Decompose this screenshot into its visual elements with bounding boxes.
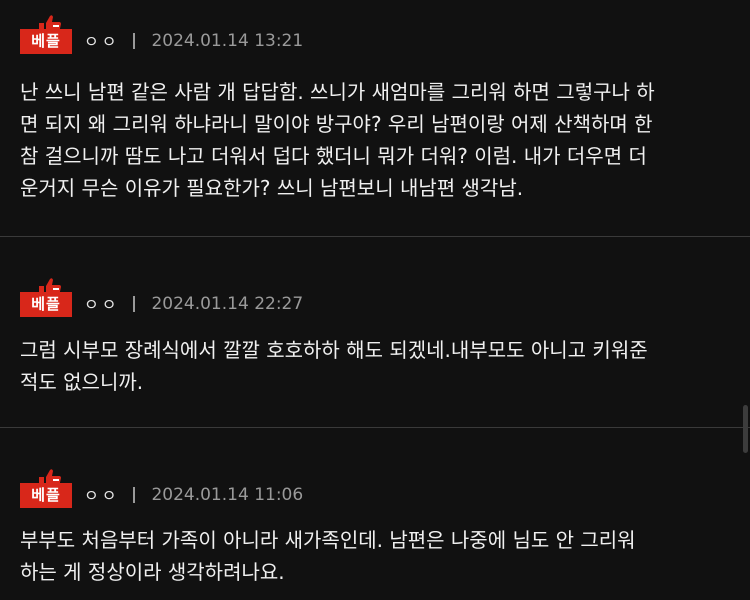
comment-date: 2024.01.14 11:06 [151, 485, 304, 505]
username[interactable]: ㅇㅇ [84, 29, 119, 54]
username[interactable]: ㅇㅇ [84, 292, 119, 317]
meta-divider [133, 487, 136, 503]
best-reply-badge: 베플 [20, 469, 72, 508]
comment-header: 베플 ㅇㅇ 2024.01.14 11:06 [20, 469, 304, 508]
comment-item: 베플 ㅇㅇ 2024.01.14 22:27 그럼 시부모 장례식에서 깔깔 호… [0, 237, 750, 427]
comment-text: 난 쓰니 남편 같은 사람 개 답답함. 쓰니가 새엄마를 그리워 하면 그렇구… [20, 80, 655, 200]
comment-item: 베플 ㅇㅇ 2024.01.14 13:21 난 쓰니 남편 같은 사람 개 답… [0, 0, 750, 236]
comment-feed: 베플 ㅇㅇ 2024.01.14 13:21 난 쓰니 남편 같은 사람 개 답… [0, 0, 750, 600]
comment-date: 2024.01.14 22:27 [151, 294, 304, 314]
best-reply-badge: 베플 [20, 278, 72, 317]
comment-text: 그럼 시부모 장례식에서 깔깔 호호하하 해도 되겠네.내부모도 아니고 키워준… [20, 338, 648, 394]
comment-date: 2024.01.14 13:21 [151, 31, 304, 51]
comment-header: 베플 ㅇㅇ 2024.01.14 13:21 [20, 15, 304, 54]
comment-item: 베플 ㅇㅇ 2024.01.14 11:06 부부도 처음부터 가족이 아니라 … [0, 428, 750, 600]
comment-text: 부부도 처음부터 가족이 아니라 새가족인데. 남편은 나중에 님도 안 그리워… [20, 528, 636, 584]
best-reply-label: 베플 [20, 483, 72, 508]
meta-divider [133, 33, 136, 49]
best-reply-label: 베플 [20, 292, 72, 317]
best-reply-label: 베플 [20, 29, 72, 54]
comment-header: 베플 ㅇㅇ 2024.01.14 22:27 [20, 278, 304, 317]
best-reply-badge: 베플 [20, 15, 72, 54]
scrollbar-thumb[interactable] [743, 405, 748, 453]
username[interactable]: ㅇㅇ [84, 483, 119, 508]
meta-divider [133, 296, 136, 312]
